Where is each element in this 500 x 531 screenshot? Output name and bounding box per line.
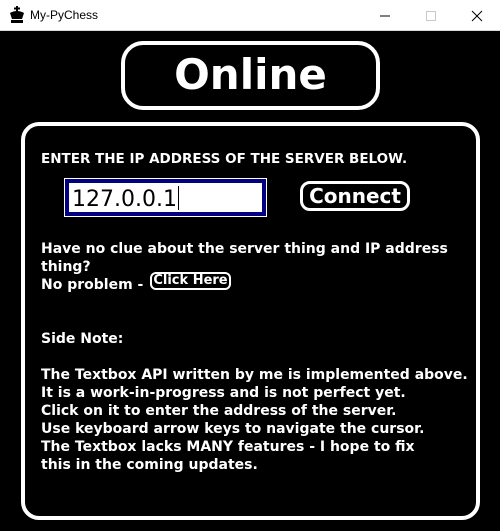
note-line: this in the coming updates. — [41, 457, 258, 473]
minimize-button[interactable] — [362, 0, 408, 31]
note-line: The Textbox API written by me is impleme… — [41, 367, 468, 383]
page-header-box: Online — [121, 41, 380, 110]
window-titlebar[interactable]: My-PyChess — [0, 0, 500, 31]
connect-button[interactable]: Connect — [300, 181, 410, 211]
click-here-button[interactable]: Click Here — [150, 272, 231, 290]
maximize-icon — [426, 11, 436, 21]
maximize-button[interactable] — [408, 0, 454, 31]
note-line: Click on it to enter the address of the … — [41, 403, 397, 419]
note-line: The Textbox lacks MANY features - I hope… — [41, 439, 415, 455]
minimize-icon — [380, 15, 390, 17]
help-text-line-3: No problem - — [41, 277, 144, 293]
text-cursor — [177, 186, 179, 210]
ip-address-input[interactable]: 127.0.0.1 — [64, 178, 267, 217]
note-line: It is a work-in-progress and is not perf… — [41, 385, 406, 401]
click-here-label: Click Here — [153, 273, 228, 288]
connect-button-label: Connect — [309, 184, 401, 208]
instruction-text: ENTER THE IP ADDRESS OF THE SERVER BELOW… — [41, 151, 408, 167]
window-title: My-PyChess — [30, 8, 99, 22]
page-title: Online — [174, 50, 327, 99]
ip-address-text: 127.0.0.1 — [72, 187, 177, 212]
ip-address-value: 127.0.0.1 — [72, 186, 179, 214]
close-button[interactable] — [454, 0, 500, 31]
help-text-line-2: thing? — [41, 259, 91, 275]
help-text-line-1: Have no clue about the server thing and … — [41, 241, 448, 257]
side-note-title: Side Note: — [41, 331, 124, 347]
close-icon — [471, 10, 483, 22]
chess-king-icon — [8, 6, 26, 24]
note-line: Use keyboard arrow keys to navigate the … — [41, 421, 425, 437]
